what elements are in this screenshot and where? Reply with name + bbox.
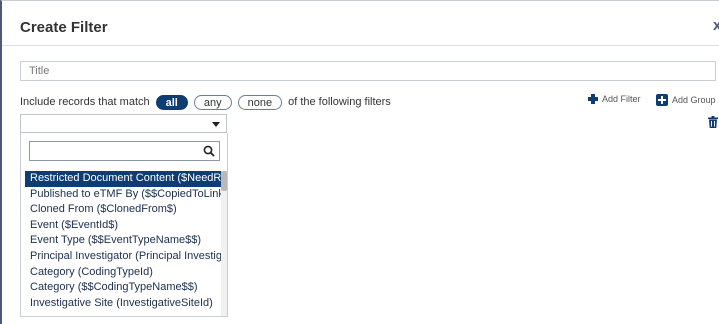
dropdown-options-list: Restricted Document Content ($NeedRe Publ…	[25, 171, 221, 316]
dropdown-scrollbar[interactable]	[221, 171, 227, 316]
dropdown-option[interactable]: Cloned From ($ClonedFrom$)	[25, 202, 221, 218]
create-filter-dialog: Create Filter x Title Include records th…	[0, 0, 719, 324]
field-dropdown-panel: Restricted Document Content ($NeedRe Publ…	[20, 133, 228, 317]
dialog-header: Create Filter x	[2, 1, 719, 46]
plus-icon	[588, 94, 598, 104]
add-filter-label: Add Filter	[602, 94, 641, 104]
dropdown-option[interactable]: Restricted Document Content ($NeedRe	[25, 171, 221, 187]
dropdown-option[interactable]: Principal Investigator (Principal Invest…	[25, 249, 221, 265]
match-suffix-label: of the following filters	[288, 96, 391, 108]
title-input[interactable]: Title	[20, 61, 716, 81]
match-all-toggle[interactable]: all	[155, 94, 188, 110]
dropdown-option[interactable]: Event Type ($$EventTypeName$$)	[25, 233, 221, 249]
field-select[interactable]	[20, 114, 227, 133]
match-none-toggle[interactable]: none	[237, 94, 283, 110]
scrollbar-thumb[interactable]	[221, 171, 227, 191]
dropdown-option[interactable]: Category (CodingTypeId)	[25, 265, 221, 281]
close-icon[interactable]: x	[713, 17, 719, 34]
trash-icon[interactable]	[708, 116, 718, 128]
match-prefix-label: Include records that match	[20, 96, 150, 108]
dropdown-option[interactable]: Category ($$CodingTypeName$$)	[25, 280, 221, 296]
caret-down-icon	[212, 122, 220, 127]
add-filter-button[interactable]: Add Filter	[588, 94, 641, 104]
match-any-toggle[interactable]: any	[193, 94, 232, 110]
dropdown-option[interactable]: Event ($EventId$)	[25, 218, 221, 234]
match-row: Include records that match all any none …	[20, 93, 391, 111]
dropdown-option[interactable]: Published to eTMF By ($$CopiedToLinke	[25, 187, 221, 203]
search-icon	[203, 145, 215, 157]
add-group-button[interactable]: Add Group	[656, 94, 716, 106]
dropdown-search-input[interactable]	[30, 142, 206, 160]
add-group-label: Add Group	[672, 95, 716, 105]
plus-square-icon	[656, 94, 668, 106]
dialog-title: Create Filter	[20, 19, 108, 36]
dropdown-option[interactable]: Investigative Site (InvestigativeSiteId)	[25, 296, 221, 312]
dropdown-search	[29, 141, 220, 161]
